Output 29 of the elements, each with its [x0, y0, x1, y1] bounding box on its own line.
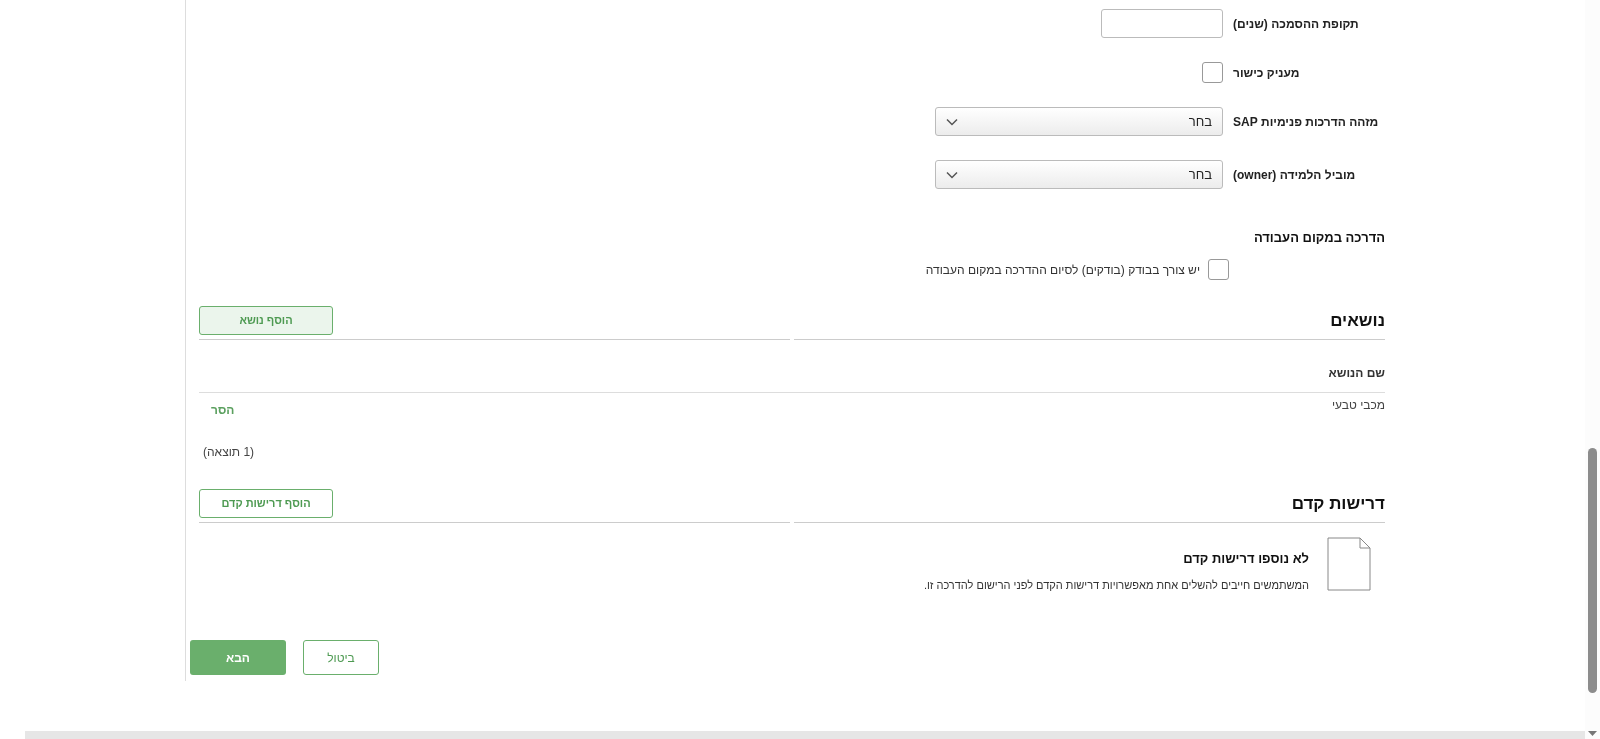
field-label: מזהה הדרכות פנימיות SAP	[1233, 113, 1379, 131]
chevron-down-icon	[946, 117, 958, 126]
chevron-down-icon	[946, 170, 958, 179]
checkbox-label: יש צורך בבודק (בודקים) לסיום ההדרכה במקום העבודה	[925, 261, 1200, 279]
result-count: (1 תוצאה)	[203, 444, 255, 461]
field-label: מעניק כישור	[1233, 64, 1300, 82]
text-field[interactable]	[1101, 9, 1223, 38]
cancel-button[interactable]: ביטול	[303, 640, 379, 675]
table-cell-text: מכבי טבעי	[1331, 397, 1385, 414]
checkbox[interactable]	[1202, 62, 1223, 83]
remove-link[interactable]: הסר	[211, 401, 235, 419]
section-heading: דרישות קדם	[1291, 492, 1385, 515]
field-label: תקופת ההסמכה (שנים)	[1233, 15, 1359, 33]
checkbox[interactable]	[1208, 259, 1229, 280]
add-button[interactable]: הוסף נושא	[199, 306, 333, 335]
empty-description: המשתמשים חייבים להשלים אחת מאפשרויות דרישות הקדם לפני הרישום להדרכה זו.	[923, 577, 1309, 593]
section-heading: הדרכה במקום העבודה	[1252, 229, 1385, 247]
horizontal-scrollbar[interactable]	[25, 731, 1585, 739]
select-dropdown[interactable]: בחר	[935, 107, 1223, 136]
select-dropdown[interactable]: בחר	[935, 160, 1223, 189]
next-button[interactable]: הבא	[190, 640, 286, 675]
empty-title: לא נוספו דרישות קדם	[1182, 550, 1309, 568]
add-button[interactable]: הוסף דרישות קדם	[199, 489, 333, 518]
scroll-down-icon[interactable]	[1588, 731, 1597, 736]
section-heading: נושאים	[1330, 309, 1385, 332]
scrollbar-thumb[interactable]	[1588, 448, 1597, 693]
column-header: שם הנושא	[1328, 365, 1385, 382]
field-label: מוביל הלמידה (owner)	[1233, 166, 1356, 184]
document-icon	[1327, 537, 1371, 591]
